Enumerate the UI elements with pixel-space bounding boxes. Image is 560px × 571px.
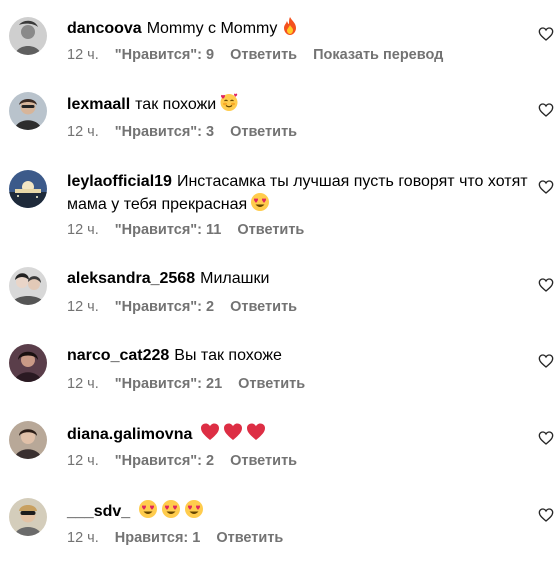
avatar[interactable]	[9, 421, 47, 459]
red-heart-emoji	[223, 422, 243, 442]
likes-count[interactable]: "Нравится": 2	[115, 299, 214, 315]
comment-body: Вы так похоже	[174, 347, 282, 364]
comment-meta: 12 ч. "Нравится": 2 Ответить	[67, 298, 313, 316]
comment-text: lexmaall так похожи	[67, 92, 532, 115]
reply-button[interactable]: Ответить	[230, 124, 297, 140]
username[interactable]: ___sdv_	[67, 503, 130, 520]
smiling-face-with-hearts-emoji	[219, 92, 239, 112]
heart-outline-icon[interactable]	[538, 353, 554, 369]
reply-button[interactable]: Ответить	[230, 453, 297, 469]
reply-button[interactable]: Ответить	[230, 47, 297, 63]
heart-eyes-emoji	[161, 499, 181, 519]
username[interactable]: aleksandra_2568	[67, 270, 195, 287]
timestamp: 12 ч.	[67, 453, 99, 469]
avatar[interactable]	[9, 344, 47, 382]
likes-count[interactable]: "Нравится": 9	[115, 47, 214, 63]
comment-body: Mommy с Mommy	[146, 20, 278, 37]
username[interactable]: narco_cat228	[67, 347, 169, 364]
heart-outline-icon[interactable]	[538, 277, 554, 293]
username[interactable]: lexmaall	[67, 96, 130, 113]
timestamp: 12 ч.	[67, 376, 99, 392]
comment-text: narco_cat228 Вы так похоже	[67, 345, 532, 366]
reply-button[interactable]: Ответить	[230, 299, 297, 315]
comment-body: Милашки	[200, 270, 270, 287]
heart-outline-icon[interactable]	[538, 26, 554, 42]
timestamp: 12 ч.	[67, 47, 99, 63]
heart-outline-icon[interactable]	[538, 507, 554, 523]
comment-meta: 12 ч. "Нравится": 3 Ответить	[67, 123, 313, 141]
avatar[interactable]	[9, 267, 47, 305]
avatar[interactable]	[9, 498, 47, 536]
timestamp: 12 ч.	[67, 530, 99, 546]
comment-meta: 12 ч. "Нравится": 11 Ответить	[67, 221, 320, 239]
heart-outline-icon[interactable]	[538, 102, 554, 118]
comment-meta: 12 ч. "Нравится": 21 Ответить	[67, 375, 321, 393]
timestamp: 12 ч.	[67, 124, 99, 140]
likes-count[interactable]: "Нравится": 2	[115, 453, 214, 469]
comment-text: ___sdv_	[67, 499, 532, 522]
heart-eyes-emoji	[138, 499, 158, 519]
username[interactable]: diana.galimovna	[67, 426, 192, 443]
likes-count[interactable]: "Нравится": 11	[115, 222, 222, 238]
reply-button[interactable]: Ответить	[237, 222, 304, 238]
comment-text: diana.galimovna	[67, 422, 532, 445]
timestamp: 12 ч.	[67, 222, 99, 238]
heart-eyes-emoji	[250, 192, 270, 212]
reply-button[interactable]: Ответить	[238, 376, 305, 392]
red-heart-emoji	[200, 422, 220, 442]
comment-text: aleksandra_2568 Милашки	[67, 268, 532, 289]
comment-meta: 12 ч. Нравится: 1 Ответить	[67, 529, 299, 547]
fire-emoji	[280, 16, 300, 36]
heart-eyes-emoji	[184, 499, 204, 519]
translate-button[interactable]: Показать перевод	[313, 47, 443, 63]
comment-text: leylaofficial19 Инстасамка ты лучшая пуст…	[67, 171, 532, 215]
likes-count[interactable]: "Нравится": 3	[115, 124, 214, 140]
comment-meta: 12 ч. "Нравится": 2 Ответить	[67, 452, 313, 470]
heart-outline-icon[interactable]	[538, 179, 554, 195]
avatar[interactable]	[9, 170, 47, 208]
red-heart-emoji	[246, 422, 266, 442]
avatar[interactable]	[9, 92, 47, 130]
comment-body: так похожи	[135, 96, 217, 113]
likes-count[interactable]: "Нравится": 21	[115, 376, 222, 392]
comment-text: dancoova Mommy с Mommy	[67, 16, 532, 39]
reply-button[interactable]: Ответить	[216, 530, 283, 546]
likes-count[interactable]: Нравится: 1	[115, 530, 201, 546]
avatar[interactable]	[9, 17, 47, 55]
comment-meta: 12 ч. "Нравится": 9 Ответить Показать перев…	[67, 46, 459, 64]
username[interactable]: leylaofficial19	[67, 173, 172, 190]
timestamp: 12 ч.	[67, 299, 99, 315]
username[interactable]: dancoova	[67, 20, 142, 37]
heart-outline-icon[interactable]	[538, 430, 554, 446]
